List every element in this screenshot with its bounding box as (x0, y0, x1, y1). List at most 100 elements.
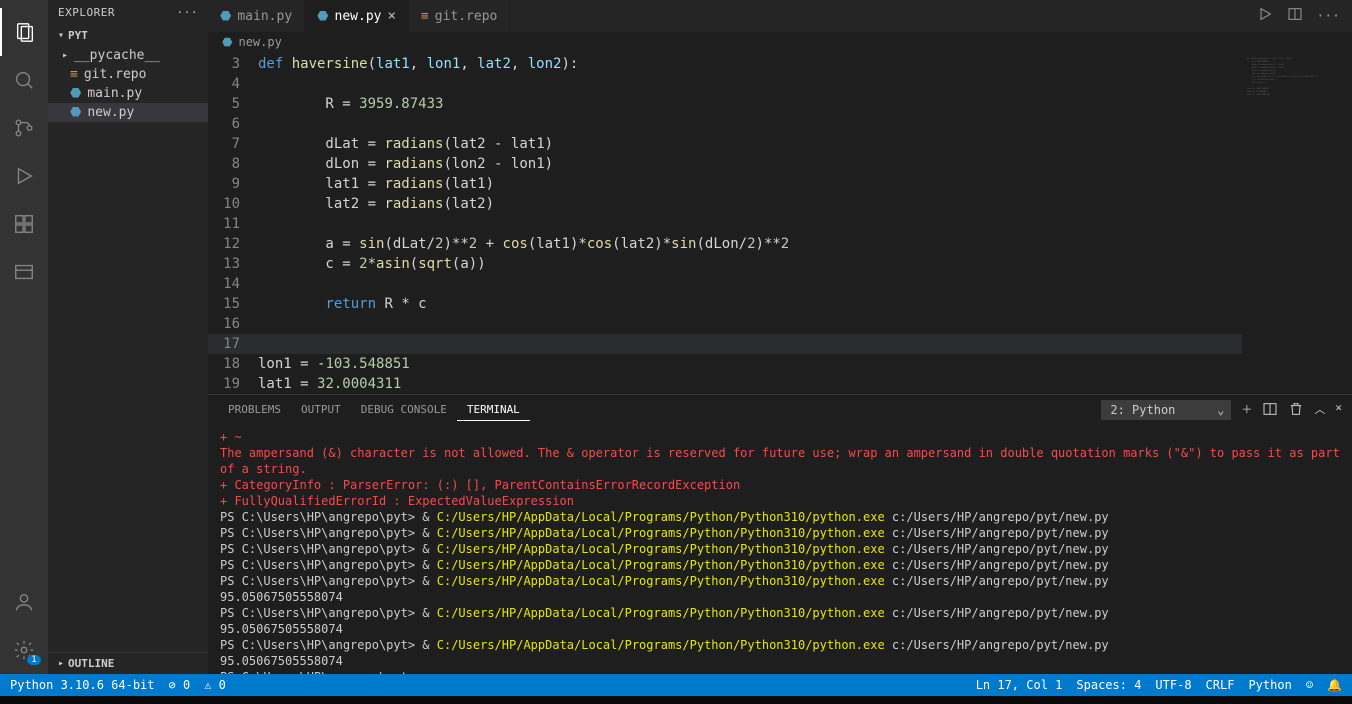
status-notifications-icon[interactable]: 🔔 (1327, 678, 1342, 692)
os-taskbar (0, 696, 1352, 704)
python-file-icon: ⬣ (222, 35, 232, 49)
code-line-content: lat2 = radians(lat2) (258, 194, 494, 214)
file-label: new.py (87, 105, 134, 120)
tab-label: new.py (335, 9, 382, 24)
activity-settings-icon[interactable]: 1 (0, 626, 48, 674)
file-icon: ≡ (421, 9, 429, 24)
status-language[interactable]: Python (1248, 678, 1291, 692)
breadcrumb-file: new.py (238, 35, 281, 49)
code-line-content: c = 2*asin(sqrt(a)) (258, 254, 486, 274)
tab-git-repo[interactable]: ≡ git.repo (409, 0, 510, 32)
status-spaces[interactable]: Spaces: 4 (1076, 678, 1141, 692)
activity-layout-icon[interactable] (0, 248, 48, 296)
activity-search-icon[interactable] (0, 56, 48, 104)
settings-badge: 1 (27, 655, 40, 665)
minimap[interactable]: def haversine(lat1, lon1, lat2, lon2): R… (1242, 52, 1352, 394)
file-icon: ≡ (70, 67, 78, 82)
file-item-main-py[interactable]: ⬣main.py (48, 84, 208, 103)
line-number: 7 (208, 134, 258, 154)
project-section[interactable]: ▾ PYT (48, 25, 208, 46)
line-number: 14 (208, 274, 258, 294)
terminal-line: PS C:\Users\HP\angrepo\pyt> & C:/Users/H… (220, 509, 1340, 525)
python-file-icon: ⬣ (70, 105, 81, 120)
status-warnings[interactable]: ⚠ 0 (204, 678, 226, 692)
project-name: PYT (68, 29, 88, 42)
terminal-line: PS C:\Users\HP\angrepo\pyt> & C:/Users/H… (220, 525, 1340, 541)
new-terminal-icon[interactable]: ＋ (1241, 401, 1252, 420)
code-line-content: R = 3959.87433 (258, 94, 443, 114)
line-number: 16 (208, 314, 258, 334)
tab-new-py[interactable]: ⬣new.py× (305, 0, 409, 32)
line-number: 19 (208, 374, 258, 394)
terminal-line: + FullyQualifiedErrorId : ExpectedValueE… (220, 493, 1340, 509)
activity-extensions-icon[interactable] (0, 200, 48, 248)
python-file-icon: ⬣ (220, 9, 231, 24)
line-number: 17 (208, 334, 258, 354)
file-label: main.py (87, 86, 142, 101)
status-errors[interactable]: ⊘ 0 (169, 678, 191, 692)
tab-label: main.py (237, 9, 292, 24)
line-number: 8 (208, 154, 258, 174)
panel-tab-terminal[interactable]: TERMINAL (457, 399, 530, 421)
outline-section[interactable]: ▸ OUTLINE (48, 652, 208, 674)
maximize-panel-icon[interactable]: ︿ (1314, 401, 1325, 420)
terminal-line: PS C:\Users\HP\angrepo\pyt> & C:/Users/H… (220, 541, 1340, 557)
tab-more-icon[interactable]: ··· (1317, 9, 1340, 24)
terminal-selector-label: 2: Python (1110, 403, 1175, 417)
chevron-down-icon: ⌄ (1217, 403, 1224, 417)
status-python-version[interactable]: Python 3.10.6 64-bit (10, 678, 155, 692)
terminal-line: PS C:\Users\HP\angrepo\pyt> & C:/Users/H… (220, 637, 1340, 653)
explorer-sidebar: EXPLORER ··· ▾ PYT ▸__pycache__≡git.repo… (48, 0, 208, 674)
terminal[interactable]: + ~The ampersand (&) character is not al… (208, 425, 1352, 674)
close-icon[interactable]: × (387, 8, 395, 24)
file-item-git-repo[interactable]: ≡ git.repo (48, 65, 208, 84)
terminal-line: PS C:\Users\HP\angrepo\pyt> & C:/Users/H… (220, 573, 1340, 589)
line-number: 11 (208, 214, 258, 234)
file-label: __pycache__ (74, 48, 160, 63)
activity-explorer-icon[interactable] (0, 8, 48, 56)
close-panel-icon[interactable]: ✕ (1335, 401, 1342, 420)
activity-account-icon[interactable] (0, 578, 48, 626)
panel-tab-problems[interactable]: PROBLEMS (218, 399, 291, 421)
split-terminal-icon[interactable] (1262, 401, 1278, 420)
line-number: 12 (208, 234, 258, 254)
line-number: 4 (208, 74, 258, 94)
line-number: 15 (208, 294, 258, 314)
tab-label: git.repo (435, 9, 498, 24)
panel-tab-debug-console[interactable]: DEBUG CONSOLE (351, 399, 457, 421)
activity-run-debug-icon[interactable] (0, 152, 48, 200)
bottom-panel: PROBLEMSOUTPUTDEBUG CONSOLETERMINAL 2: P… (208, 394, 1352, 674)
terminal-selector[interactable]: 2: Python ⌄ (1101, 400, 1231, 420)
file-item-new-py[interactable]: ⬣ new.py (48, 103, 208, 122)
terminal-line: PS C:\Users\HP\angrepo\pyt> & C:/Users/H… (220, 557, 1340, 573)
panel-tab-output[interactable]: OUTPUT (291, 399, 351, 421)
file-label: git.repo (84, 67, 147, 82)
activity-source-control-icon[interactable] (0, 104, 48, 152)
status-bar: Python 3.10.6 64-bit ⊘ 0 ⚠ 0 Ln 17, Col … (0, 674, 1352, 696)
chevron-right-icon: ▸ (58, 658, 64, 669)
terminal-line: + ~ (220, 429, 1340, 445)
status-ln-col[interactable]: Ln 17, Col 1 (976, 678, 1063, 692)
status-eol[interactable]: CRLF (1206, 678, 1235, 692)
sidebar-title: EXPLORER (58, 6, 115, 19)
code-editor[interactable]: 3def haversine(lat1, lon1, lat2, lon2):4… (208, 52, 1242, 394)
kill-terminal-icon[interactable] (1288, 401, 1304, 420)
line-number: 6 (208, 114, 258, 134)
tab-main-py[interactable]: ⬣ main.py (208, 0, 305, 32)
terminal-line: PS C:\Users\HP\angrepo\pyt> & C:/Users/H… (220, 605, 1340, 621)
chevron-down-icon: ▾ (58, 30, 64, 41)
sidebar-more-icon[interactable]: ··· (177, 6, 198, 19)
file-item-__pycache__[interactable]: ▸__pycache__ (48, 46, 208, 65)
run-icon[interactable] (1257, 6, 1273, 26)
line-number: 5 (208, 94, 258, 114)
status-feedback-icon[interactable]: ☺ (1306, 678, 1313, 692)
split-editor-icon[interactable] (1287, 6, 1303, 26)
line-number: 13 (208, 254, 258, 274)
status-encoding[interactable]: UTF-8 (1155, 678, 1191, 692)
line-number: 9 (208, 174, 258, 194)
line-number: 3 (208, 54, 258, 74)
breadcrumb[interactable]: ⬣ new.py (208, 32, 1352, 52)
activity-bar: 1 (0, 0, 48, 674)
code-line-content: dLon = radians(lon2 - lon1) (258, 154, 553, 174)
terminal-line: 95.05067505558074 (220, 653, 1340, 669)
